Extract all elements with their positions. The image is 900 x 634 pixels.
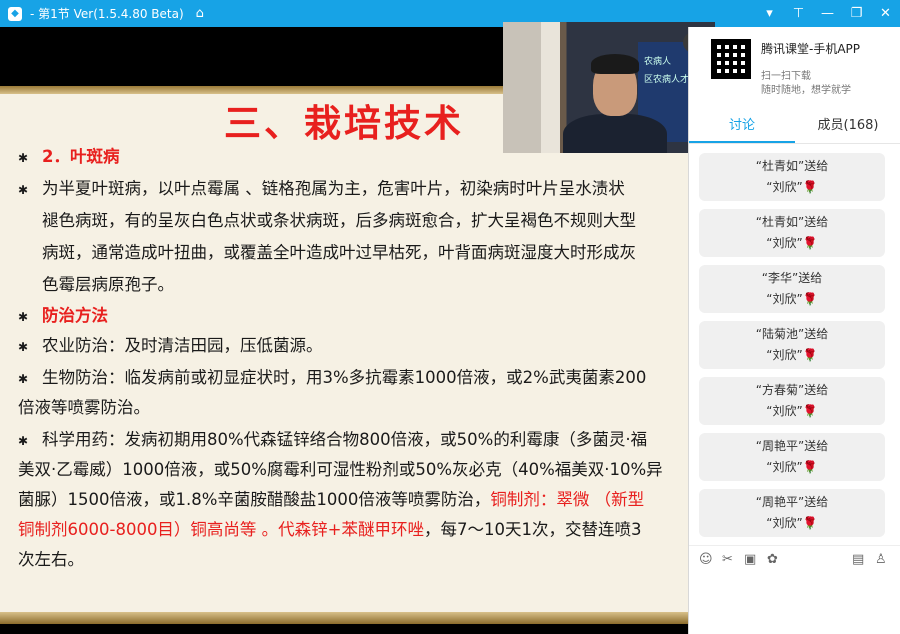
qr-code [711, 39, 751, 79]
gift-message: “周艳平”送给 “刘欣”🌹 [699, 433, 885, 481]
home-icon[interactable]: ⌂ [196, 6, 204, 21]
rose-icon: 🌹 [802, 180, 818, 194]
gift-message: “李华”送给 “刘欣”🌹 [699, 265, 885, 313]
promo-slogan: 随时随地，想学就学 [761, 85, 851, 96]
promo-subtitle: 扫一扫下载 [761, 71, 811, 82]
scissors-icon[interactable]: ✂ [722, 552, 733, 567]
slide-line: ✱ 科学用药：发病初期用80%代森锰锌络合物800倍液，或50%的利霉康（多菌灵·… [18, 430, 648, 449]
slide-line: 倍液等喷雾防治。 [18, 398, 150, 417]
rose-icon: 🌹 [802, 292, 818, 306]
slide-line: 美双·乙霉威）1000倍液，或50%腐霉利可湿性粉剂或50%灰必克（40%福美双… [18, 460, 663, 479]
slide: 三、栽培技术 ✱ 2．叶斑病 ✱ 为半夏叶斑病，以叶点霉属 、链格孢属为主，危害叶片… [0, 86, 688, 624]
slide-line: ✱ 农业防治：及时清洁田园，压低菌源。 [18, 336, 323, 355]
slide-line: 铜制剂6000-8000目）铜高尚等 。代森锌+苯醚甲环唑，每7～10天1次，交… [18, 520, 642, 539]
side-panel: 腾讯课堂-手机APP 扫一扫下载 随时随地，想学就学 讨论 成员(168) “杜… [688, 27, 900, 634]
window-controls: ▾ ⊤ — ❐ ✕ [755, 0, 900, 27]
rose-icon: 🌹 [802, 460, 818, 474]
window-title: - 第1节 Ver(1.5.4.80 Beta) [30, 7, 184, 21]
slide-line: ✱ 防治方法 [18, 306, 108, 325]
discussion-list[interactable]: “杜青如”送给 “刘欣”🌹 “杜青如”送给 “刘欣”🌹 “李华”送给 “刘欣”🌹… [689, 145, 900, 545]
pin-icon[interactable]: ⊤ [784, 0, 813, 27]
tab-members[interactable]: 成员(168) [795, 110, 900, 143]
teacher-hair [591, 54, 639, 74]
restore-icon[interactable]: ❐ [842, 0, 871, 27]
teacher-body [563, 114, 667, 153]
dropdown-icon[interactable]: ▾ [755, 0, 784, 27]
slide-line: 病斑，通常造成叶扭曲，或覆盖全叶造成叶过早枯死，叶背面病斑湿度大时形成灰 [42, 243, 636, 262]
app-icon: ◆ [8, 6, 22, 21]
close-icon[interactable]: ✕ [871, 0, 900, 27]
image-icon[interactable]: ▣ [744, 552, 756, 567]
card-icon[interactable]: ▤ [852, 552, 864, 567]
slide-line: 色霉层病原孢子。 [42, 275, 174, 294]
gift-message: “周艳平”送给 “刘欣”🌹 [699, 489, 885, 537]
gift-message: “杜青如”送给 “刘欣”🌹 [699, 153, 885, 201]
slide-line: 褪色病斑，有的呈灰白色点状或条状病斑，后多病斑愈合，扩大呈褐色不规则大型 [42, 211, 636, 230]
slide-line: ✱ 为半夏叶斑病，以叶点霉属 、链格孢属为主，危害叶片，初染病时叶片呈水渍状 [18, 179, 625, 198]
tab-discuss[interactable]: 讨论 [689, 110, 795, 143]
chat-toolbar: ☺ ✂ ▣ ✿ ▤ ♙ [689, 545, 900, 575]
slide-line: 菌脲）1500倍液，或1.8%辛菌胺醋酸盐1000倍液等喷雾防治，铜制剂：翠微 … [18, 490, 645, 509]
gift-message: “陆菊池”送给 “刘欣”🌹 [699, 321, 885, 369]
rose-icon: 🌹 [802, 348, 818, 362]
rose-icon: 🌹 [802, 404, 818, 418]
app-promo: 腾讯课堂-手机APP 扫一扫下载 随时随地，想学就学 [689, 27, 900, 107]
title-bar: ◆ - 第1节 Ver(1.5.4.80 Beta) ⌂ ▾ ⊤ — ❐ ✕ [0, 0, 900, 27]
flower-icon[interactable]: ✿ [767, 552, 778, 567]
rose-icon: 🌹 [802, 516, 818, 530]
emoji-icon[interactable]: ☺ [699, 552, 713, 567]
minimize-icon[interactable]: — [813, 0, 842, 27]
rose-icon: 🌹 [802, 236, 818, 250]
user-icon[interactable]: ♙ [875, 552, 887, 567]
gift-message: “杜青如”送给 “刘欣”🌹 [699, 209, 885, 257]
panel-tabs: 讨论 成员(168) [689, 110, 900, 144]
slide-line: ✱ 生物防治：临发病前或初显症状时，用3%多抗霉素1000倍液，或2%武夷菌素20… [18, 368, 647, 387]
slide-line: 次左右。 [18, 550, 84, 569]
gift-message: “方春菊”送给 “刘欣”🌹 [699, 377, 885, 425]
promo-title: 腾讯课堂-手机APP [761, 42, 861, 56]
